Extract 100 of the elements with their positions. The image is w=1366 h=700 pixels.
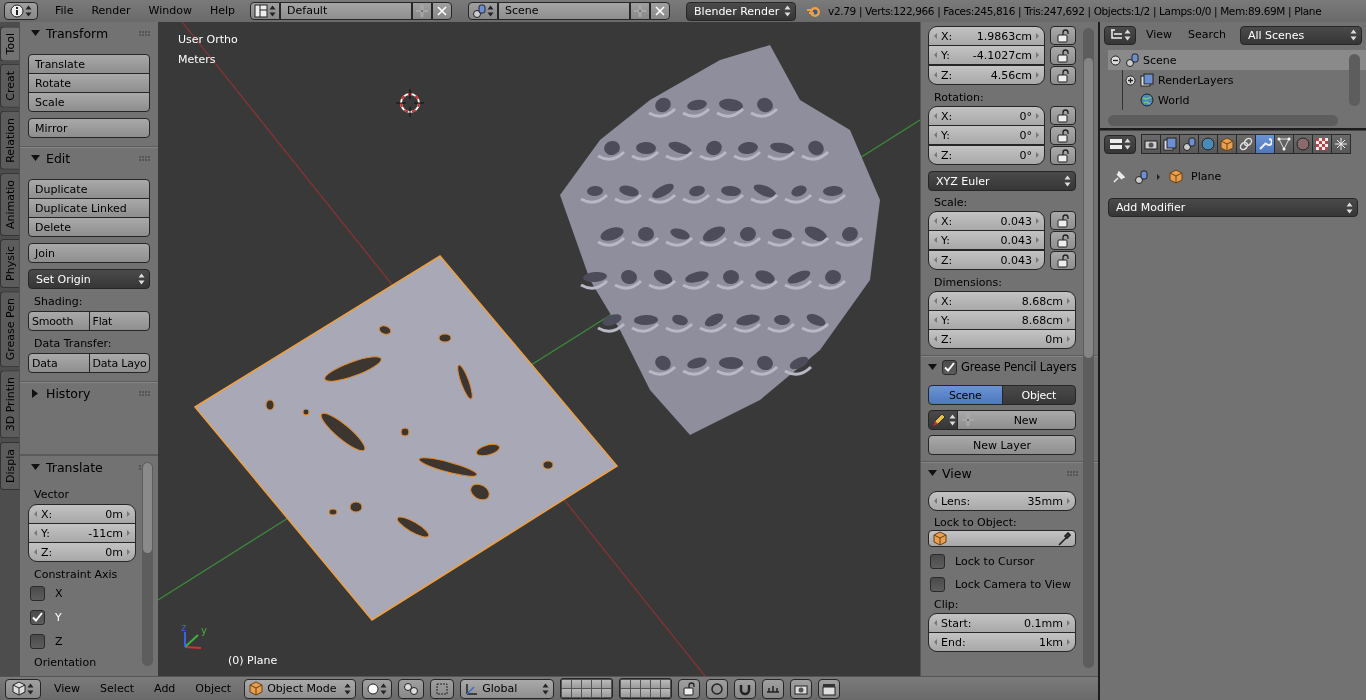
increment-arrow-icon[interactable] [1035,236,1040,244]
updown-arrow-icon[interactable] [1064,175,1071,187]
properties-tab[interactable] [1236,134,1256,154]
checkbox[interactable] [930,576,945,592]
updown-arrow-icon[interactable] [344,682,352,695]
menu-item[interactable]: Add [147,679,183,698]
shading-dropdown[interactable] [362,678,393,699]
number-field[interactable]: Start: 0.1mm [928,613,1076,633]
menu-item[interactable]: Search [1182,26,1232,44]
orientation-dropdown[interactable]: Global [460,678,555,699]
decrement-arrow-icon[interactable] [933,51,938,59]
grip-icon[interactable] [139,30,150,36]
increment-arrow-icon[interactable] [1066,619,1071,627]
decrement-arrow-icon[interactable] [933,619,938,627]
number-field[interactable]: Z: 0m [928,329,1076,349]
editor-type-button[interactable] [1104,25,1136,45]
tool-button[interactable]: Join [28,243,150,263]
decrement-arrow-icon[interactable] [933,217,938,225]
increment-arrow-icon[interactable] [1035,217,1040,225]
toolbar-button[interactable] [706,678,729,699]
number-field[interactable]: Z: 4.56cm [928,65,1045,85]
scrollbar[interactable] [1083,28,1094,668]
toggle-option[interactable]: Scene [928,385,1003,405]
updown-arrow-icon[interactable] [138,273,145,285]
increment-arrow-icon[interactable] [1066,638,1071,646]
decrement-arrow-icon[interactable] [933,497,938,505]
updown-arrow-icon[interactable] [1350,29,1357,41]
editor-type-button[interactable] [5,678,41,699]
decrement-arrow-icon[interactable] [933,131,938,139]
tree-row[interactable]: Scene [1108,50,1366,70]
toolbar-button[interactable] [678,678,701,699]
number-field[interactable]: End: 1km [928,632,1076,652]
close-button[interactable] [432,2,453,20]
increment-arrow-icon[interactable] [1066,297,1071,305]
editor-type-button[interactable] [4,2,38,20]
decrement-arrow-icon[interactable] [33,510,38,518]
lock-toggle[interactable] [1050,66,1076,85]
lock-toggle[interactable] [1050,106,1076,125]
plane-mesh-drawing[interactable] [193,255,619,621]
brush-selector[interactable] [928,410,958,430]
increment-arrow-icon[interactable] [1035,32,1040,40]
tree-row[interactable]: World [1123,90,1366,110]
lock-toggle[interactable] [1050,231,1076,250]
menu-item[interactable]: File [50,2,79,20]
layer-grid[interactable] [560,678,614,699]
panel-title[interactable]: Grease Pencil Layers [961,360,1077,374]
pin-icon[interactable] [1112,169,1126,184]
collapse-toggle-icon[interactable] [1110,54,1121,66]
properties-tab[interactable] [1331,134,1351,154]
increment-arrow-icon[interactable] [126,510,131,518]
disclosure-triangle-icon[interactable] [30,462,41,472]
properties-tab[interactable] [1274,134,1294,154]
close-button[interactable] [650,2,671,20]
disclosure-triangle-icon[interactable] [30,388,41,398]
menu-item[interactable]: Help [204,2,241,20]
number-field[interactable]: Z: 0° [928,145,1045,165]
panel-title[interactable]: History [46,385,91,401]
number-field[interactable]: X: 8.68cm [928,291,1076,311]
tool-button[interactable]: Duplicate Linked [28,198,150,218]
disclosure-triangle-icon[interactable] [30,153,41,163]
add-button[interactable] [630,2,651,20]
menu-item[interactable]: View [47,679,88,698]
decrement-arrow-icon[interactable] [933,256,938,264]
lock-toggle[interactable] [1050,46,1076,65]
decrement-arrow-icon[interactable] [933,638,938,646]
new-button[interactable]: New [957,410,1076,430]
toolbar-button[interactable] [734,678,757,699]
menu-item[interactable]: Select [93,679,142,698]
disclosure-triangle-icon[interactable] [927,362,938,372]
panel-title[interactable]: Translate [46,459,103,475]
checkbox[interactable] [30,609,45,625]
checkbox[interactable] [942,359,957,375]
number-field[interactable]: Y: -4.1027cm [928,45,1045,65]
disclosure-triangle-icon[interactable] [30,28,41,38]
toggle-option[interactable]: Object [1001,385,1076,405]
decrement-arrow-icon[interactable] [933,71,938,79]
properties-tab[interactable] [1160,134,1180,154]
tool-button[interactable]: Translate [28,54,150,74]
menu-item[interactable]: Object [188,679,239,698]
increment-arrow-icon[interactable] [126,548,131,556]
toolbar-button[interactable] [790,678,813,699]
updown-arrow-icon[interactable] [1346,201,1353,214]
increment-arrow-icon[interactable] [126,529,131,537]
properties-tab[interactable] [1312,134,1332,154]
decrement-arrow-icon[interactable] [33,529,38,537]
manipulator-button[interactable] [430,678,455,699]
toolbar-button[interactable] [818,678,841,699]
menu-item[interactable]: Window [143,2,197,20]
browse-button[interactable] [468,2,499,20]
decrement-arrow-icon[interactable] [933,236,938,244]
tool-button[interactable]: Smooth [28,311,90,331]
decrement-arrow-icon[interactable] [933,297,938,305]
number-field[interactable]: Y: 0.043 [928,230,1045,250]
filter-dropdown[interactable]: All Scenes [1239,25,1362,45]
pivot-button[interactable] [398,678,425,699]
menu-item[interactable]: Render [86,2,136,20]
increment-arrow-icon[interactable] [1066,497,1071,505]
number-field[interactable]: X: 1.9863cm [928,26,1045,46]
panel-title[interactable]: Transform [46,25,109,41]
mode-dropdown[interactable]: Object Mode [244,678,357,699]
